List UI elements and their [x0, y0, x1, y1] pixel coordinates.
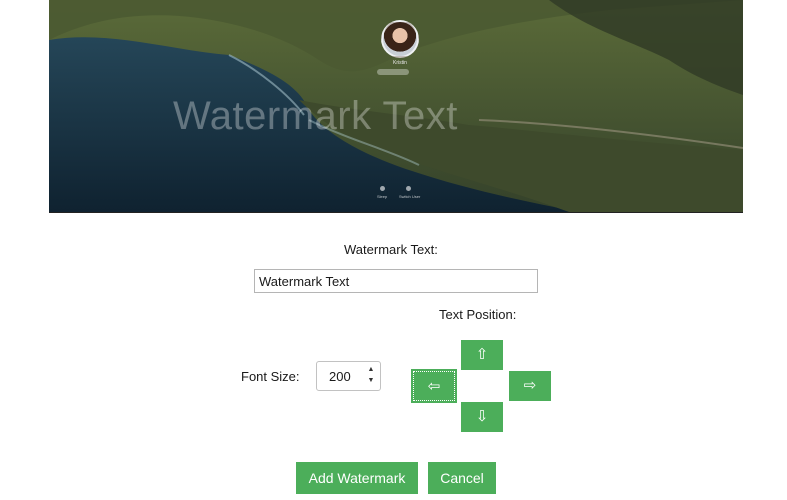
watermark-text-label: Watermark Text:	[344, 242, 438, 257]
lock-user-name: Kristin	[393, 60, 407, 66]
sleep-label: Sleep	[377, 194, 388, 199]
move-down-button[interactable]: ⇩	[461, 402, 503, 432]
move-right-button[interactable]: ⇨	[509, 371, 551, 401]
move-up-button[interactable]: ⇧	[461, 340, 503, 370]
preview-image: Kristin Sleep Switch User Watermark Text	[49, 0, 743, 213]
text-position-label: Text Position:	[439, 307, 517, 322]
cancel-button[interactable]: Cancel	[428, 462, 496, 494]
font-size-spinbox[interactable]: 200 ▲ ▼	[316, 361, 381, 391]
add-watermark-button[interactable]: Add Watermark	[296, 462, 418, 494]
sleep-icon	[380, 186, 385, 191]
watermark-overlay-text: Watermark Text	[173, 94, 458, 138]
watermark-text-input[interactable]	[254, 269, 538, 293]
spin-up-icon[interactable]: ▲	[366, 365, 376, 375]
switch-user-icon	[406, 186, 411, 191]
lock-password-field	[377, 69, 409, 75]
switch-user-label: Switch User	[399, 194, 421, 199]
user-avatar[interactable]	[381, 20, 419, 58]
font-size-label: Font Size:	[241, 369, 300, 384]
spin-down-icon[interactable]: ▼	[366, 376, 376, 386]
font-size-value: 200	[329, 369, 351, 384]
move-left-button[interactable]: ⇦	[411, 369, 457, 403]
